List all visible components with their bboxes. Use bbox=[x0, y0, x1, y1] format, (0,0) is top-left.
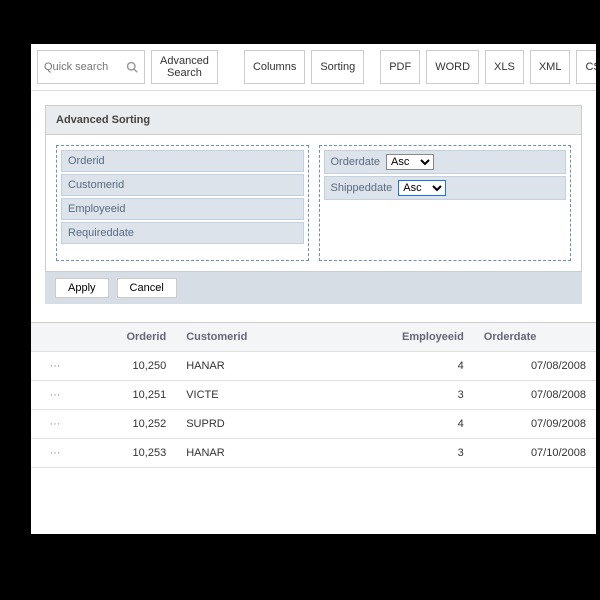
field-requireddate[interactable]: Requireddate bbox=[61, 222, 304, 244]
columns-button[interactable]: Columns bbox=[244, 50, 305, 84]
results-grid: OrderidCustomerid EmployeeidOrderdate ···… bbox=[31, 322, 596, 468]
cell-orderid: 10,252 bbox=[79, 410, 176, 439]
cell-customerid: HANAR bbox=[176, 352, 308, 381]
sort-orderdate[interactable]: Orderdate AscDesc bbox=[324, 150, 567, 174]
cell-orderid: 10,250 bbox=[79, 352, 176, 381]
applied-sort-fields[interactable]: Orderdate AscDesc Shippeddate AscDesc bbox=[319, 145, 572, 261]
advanced-search-button[interactable]: Advanced Search bbox=[151, 50, 218, 84]
panel-actions: Apply Cancel bbox=[45, 272, 582, 304]
export-csv-button[interactable]: CSV bbox=[576, 50, 596, 84]
col-header[interactable] bbox=[308, 323, 341, 352]
cell-employeeid: 3 bbox=[341, 439, 474, 468]
row-menu-icon[interactable]: ··· bbox=[31, 439, 79, 468]
export-pdf-button[interactable]: PDF bbox=[380, 50, 420, 84]
table-row: ···10,253HANAR 307/10/2008 bbox=[31, 439, 596, 468]
sort-field-label: Shippeddate bbox=[331, 182, 393, 194]
quick-search bbox=[37, 50, 145, 84]
table-row: ···10,250HANAR 407/08/2008 bbox=[31, 352, 596, 381]
sort-direction-select[interactable]: AscDesc bbox=[386, 154, 434, 170]
panel-title: Advanced Sorting bbox=[46, 106, 581, 135]
cell-orderid: 10,251 bbox=[79, 381, 176, 410]
cell-customerid: SUPRD bbox=[176, 410, 308, 439]
cell-employeeid: 4 bbox=[341, 352, 474, 381]
export-word-button[interactable]: WORD bbox=[426, 50, 479, 84]
table-row: ···10,252SUPRD 407/09/2008 bbox=[31, 410, 596, 439]
toolbar: Advanced Search Columns Sorting PDF WORD… bbox=[31, 44, 596, 91]
col-header[interactable] bbox=[31, 323, 79, 352]
col-header[interactable]: Employeeid bbox=[341, 323, 474, 352]
sort-direction-select[interactable]: AscDesc bbox=[398, 180, 446, 196]
quick-search-input[interactable] bbox=[38, 51, 120, 83]
field-orderid[interactable]: Orderid bbox=[61, 150, 304, 172]
cell-empty bbox=[308, 439, 341, 468]
available-fields[interactable]: OrderidCustomeridEmployeeidRequireddate bbox=[56, 145, 309, 261]
export-xls-button[interactable]: XLS bbox=[485, 50, 524, 84]
table-row: ···10,251VICTE 307/08/2008 bbox=[31, 381, 596, 410]
cell-orderdate: 07/10/2008 bbox=[474, 439, 596, 468]
sort-shippeddate[interactable]: Shippeddate AscDesc bbox=[324, 176, 567, 200]
cell-employeeid: 4 bbox=[341, 410, 474, 439]
cell-orderid: 10,253 bbox=[79, 439, 176, 468]
cancel-button[interactable]: Cancel bbox=[117, 278, 177, 298]
field-employeeid[interactable]: Employeeid bbox=[61, 198, 304, 220]
cell-empty bbox=[308, 381, 341, 410]
field-customerid[interactable]: Customerid bbox=[61, 174, 304, 196]
col-header[interactable]: Customerid bbox=[176, 323, 308, 352]
advanced-sorting-panel: Advanced Sorting OrderidCustomeridEmploy… bbox=[45, 105, 582, 272]
row-menu-icon[interactable]: ··· bbox=[31, 381, 79, 410]
cell-empty bbox=[308, 410, 341, 439]
cell-employeeid: 3 bbox=[341, 381, 474, 410]
search-icon[interactable] bbox=[120, 51, 144, 83]
col-header[interactable]: Orderdate bbox=[474, 323, 596, 352]
row-menu-icon[interactable]: ··· bbox=[31, 352, 79, 381]
col-header[interactable]: Orderid bbox=[79, 323, 176, 352]
cell-empty bbox=[308, 352, 341, 381]
sort-field-label: Orderdate bbox=[331, 156, 381, 168]
cell-customerid: VICTE bbox=[176, 381, 308, 410]
cell-orderdate: 07/08/2008 bbox=[474, 381, 596, 410]
cell-orderdate: 07/08/2008 bbox=[474, 352, 596, 381]
export-xml-button[interactable]: XML bbox=[530, 50, 571, 84]
row-menu-icon[interactable]: ··· bbox=[31, 410, 79, 439]
apply-button[interactable]: Apply bbox=[55, 278, 109, 298]
sorting-button[interactable]: Sorting bbox=[311, 50, 364, 84]
cell-orderdate: 07/09/2008 bbox=[474, 410, 596, 439]
cell-customerid: HANAR bbox=[176, 439, 308, 468]
